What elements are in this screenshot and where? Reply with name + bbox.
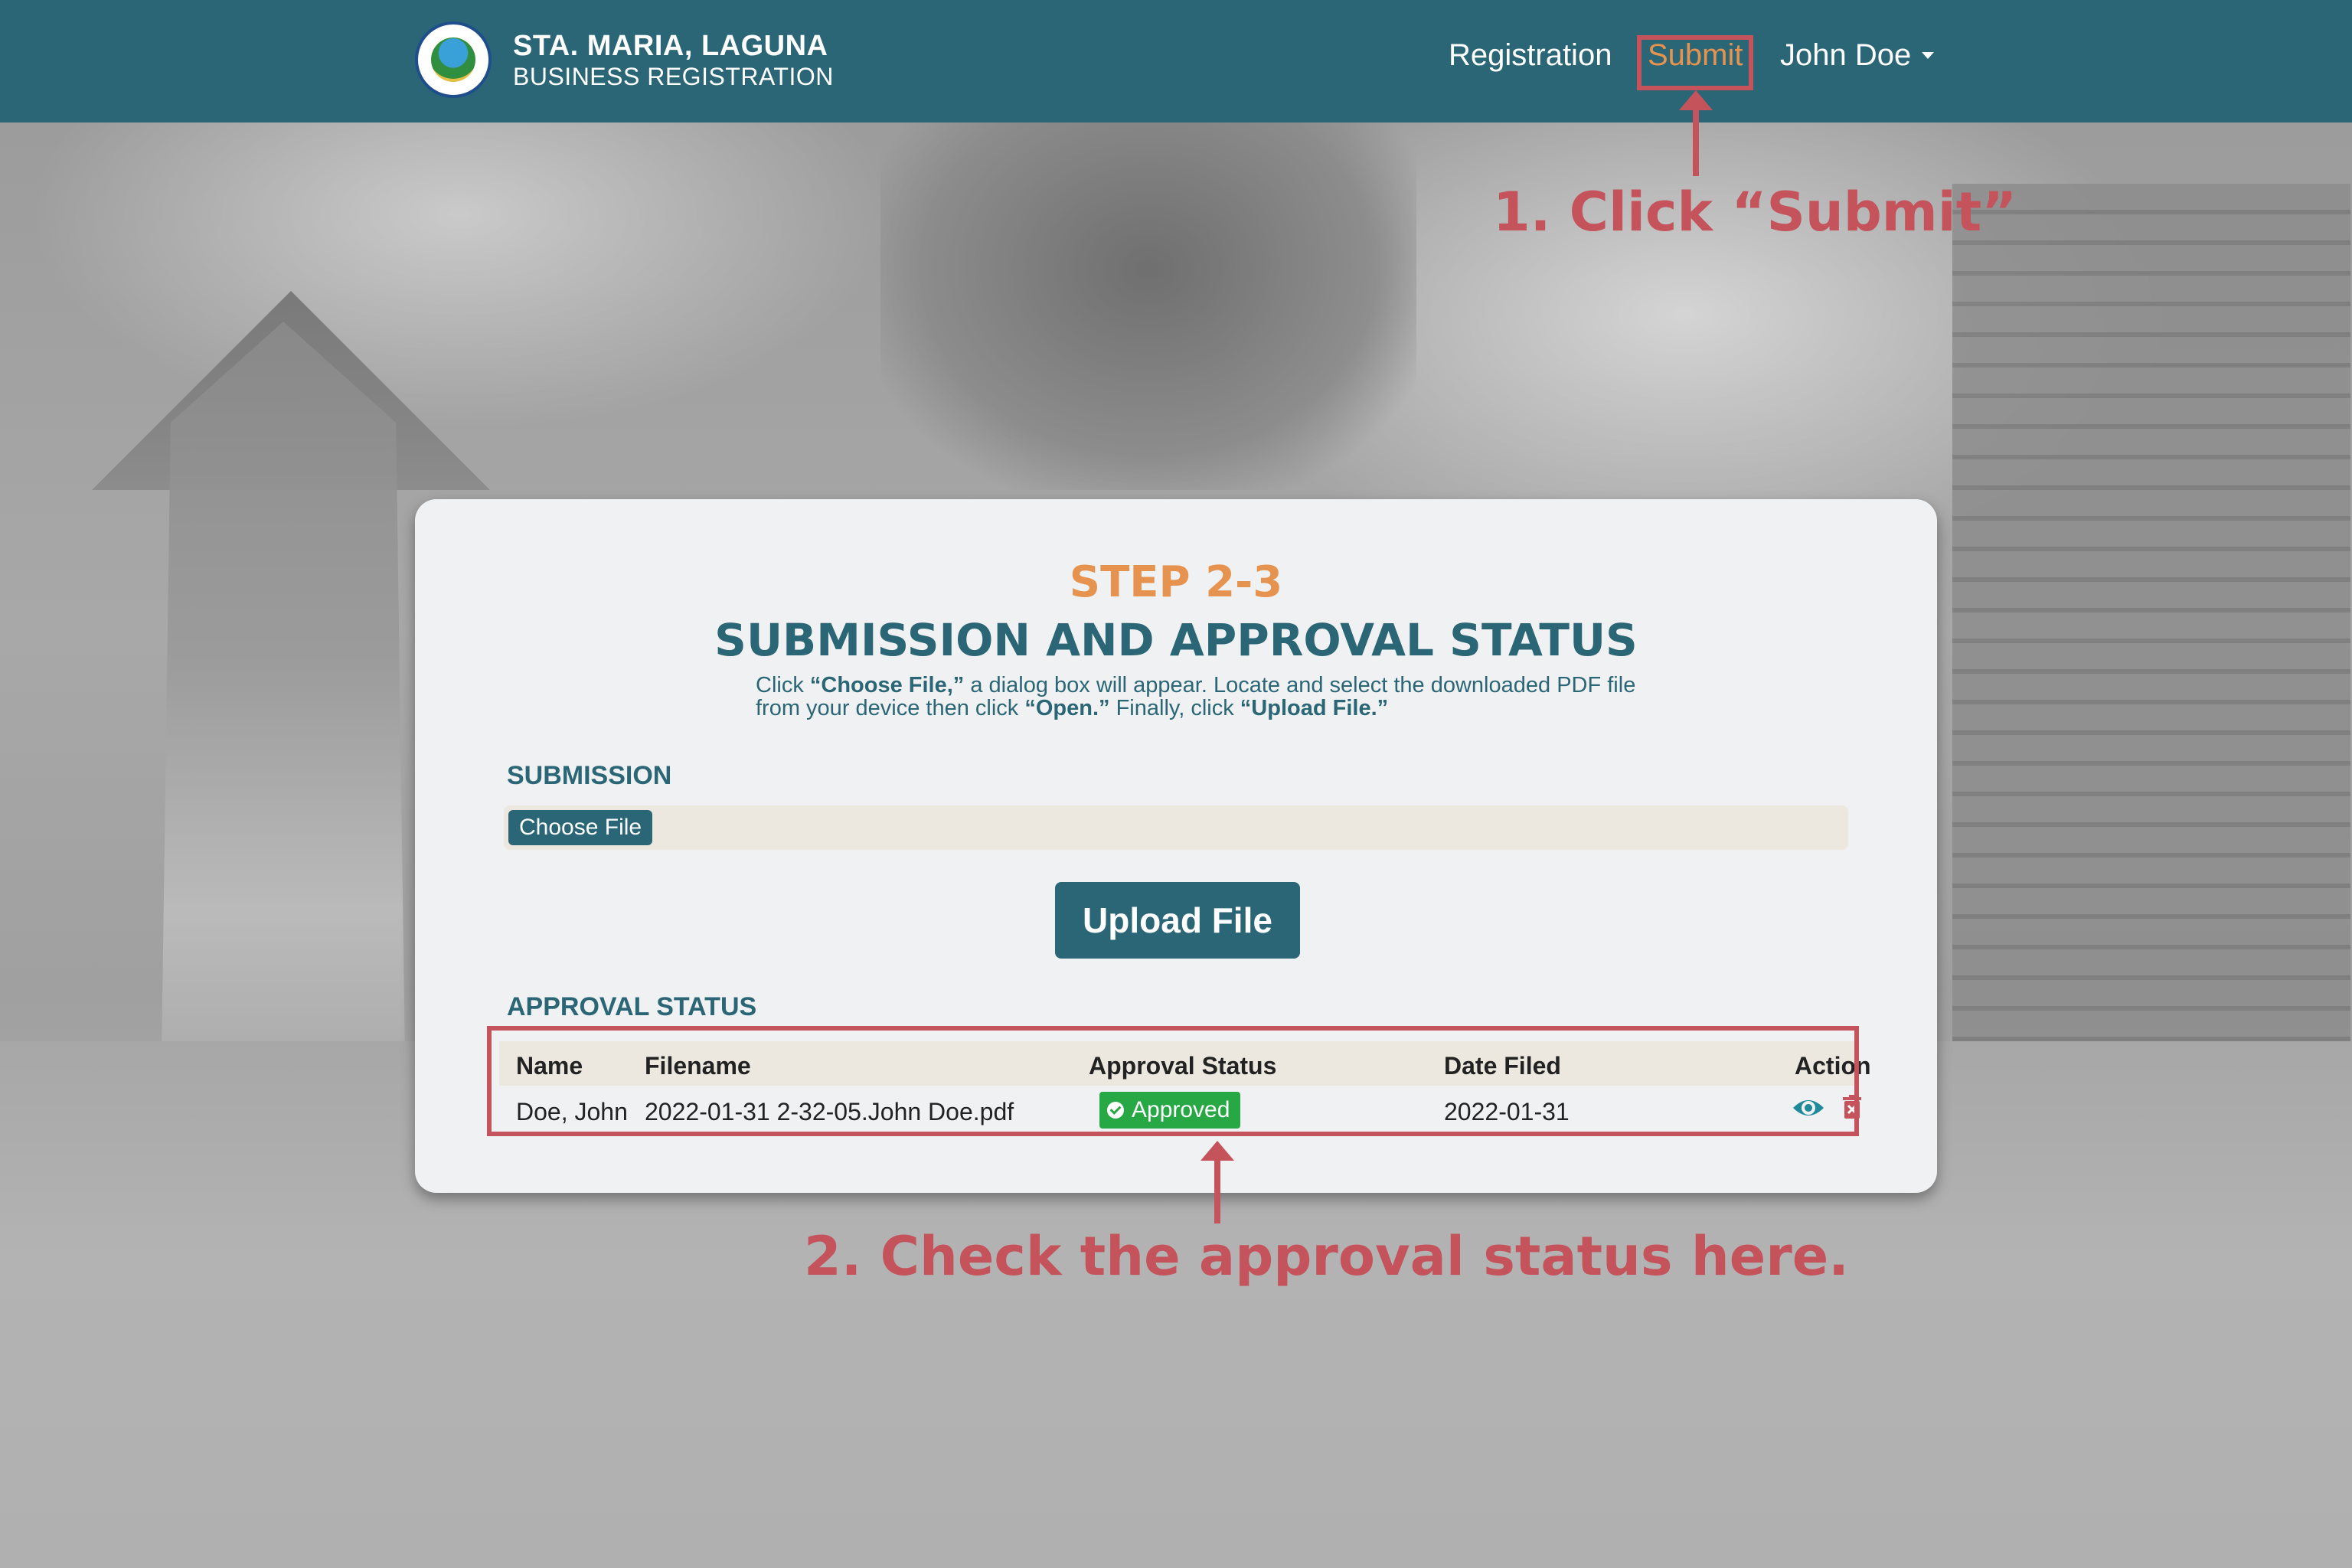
brand[interactable]: STA. MARIA, LAGUNA BUSINESS REGISTRATION	[415, 21, 834, 98]
submit-highlight-box	[1637, 35, 1753, 90]
upload-file-button[interactable]: Upload File	[1055, 882, 1300, 959]
page-title: SUBMISSION AND APPROVAL STATUS	[714, 614, 1638, 666]
approval-table-highlight-box	[487, 1026, 1859, 1136]
arrow-shaft	[1693, 107, 1699, 176]
instr-text-1: Click	[756, 673, 810, 697]
instructions: Click “Choose File,” a dialog box will a…	[756, 674, 1644, 720]
nav-registration[interactable]: Registration	[1449, 38, 1612, 73]
submission-label: SUBMISSION	[507, 761, 672, 790]
step-label: STEP 2-3	[1069, 557, 1283, 607]
brand-subtitle: BUSINESS REGISTRATION	[513, 63, 834, 90]
municipal-seal-logo	[415, 21, 492, 98]
instr-bold-2: “Open.”	[1024, 696, 1110, 720]
brand-text: STA. MARIA, LAGUNA BUSINESS REGISTRATION	[513, 29, 834, 90]
arrow-shaft	[1214, 1158, 1220, 1223]
caret-down-icon	[1922, 52, 1935, 59]
annotation-step-2: 2. Check the approval status here.	[804, 1225, 1849, 1288]
bg-brick-wall	[1952, 184, 2350, 1141]
user-name: John Doe	[1780, 38, 1912, 72]
user-menu[interactable]: John Doe	[1780, 38, 1935, 73]
approval-status-label: APPROVAL STATUS	[507, 992, 757, 1021]
file-input[interactable]: Choose File	[504, 805, 1848, 850]
instr-bold-1: “Choose File,”	[809, 673, 965, 697]
annotation-step-1: 1. Click “Submit”	[1493, 181, 2017, 243]
seal-emblem	[431, 38, 475, 82]
instr-text-3: Finally, click	[1109, 696, 1240, 720]
choose-file-button[interactable]: Choose File	[508, 810, 653, 845]
instr-bold-3: “Upload File.”	[1240, 696, 1389, 720]
bg-tree	[880, 122, 1416, 490]
navbar: STA. MARIA, LAGUNA BUSINESS REGISTRATION…	[0, 0, 2352, 122]
brand-title: STA. MARIA, LAGUNA	[513, 30, 828, 62]
